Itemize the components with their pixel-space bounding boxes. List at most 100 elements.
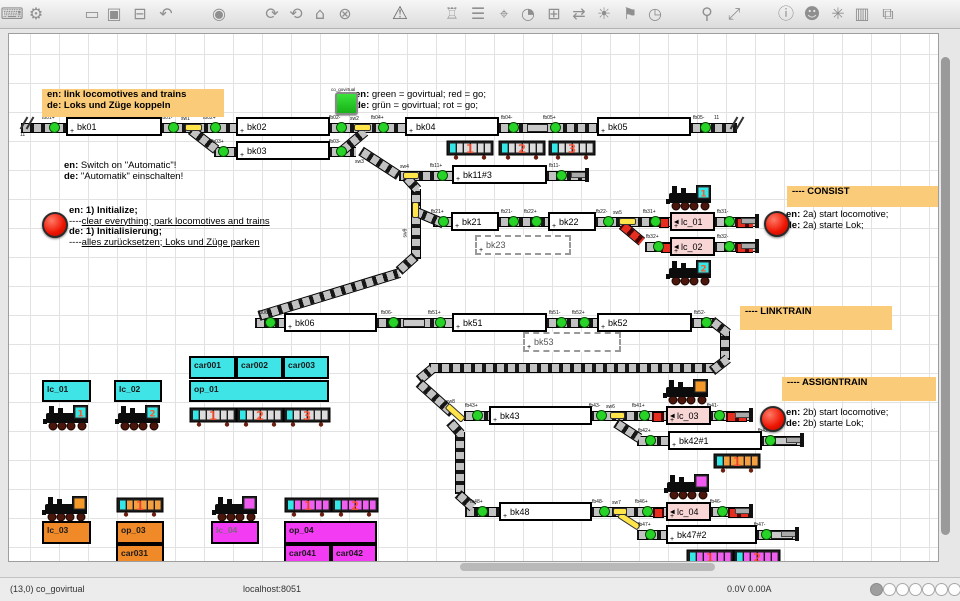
sensor-fb42-[interactable] [765,435,776,446]
passenger-car-icon[interactable]: 3 [283,407,331,427]
passenger-car-icon[interactable]: 1 [686,549,734,562]
page-dot-4[interactable] [909,583,922,596]
sensor-fb32+[interactable] [653,241,664,252]
restart-icon[interactable]: ⟲ [284,2,308,26]
passenger-car-icon[interactable]: 2 [733,549,781,562]
sensor-fb42+[interactable] [645,435,656,446]
sensor-fb31-[interactable] [724,216,735,227]
sensor-fb32-[interactable] [724,241,735,252]
sensor-fb46+[interactable] [642,506,653,517]
symbol-block-op_03[interactable]: op_03 [116,521,164,544]
speed-gauge-icon[interactable]: ◔ [516,2,540,26]
sensor-fb11-[interactable] [556,170,567,181]
track-segment-vertical[interactable] [411,189,421,259]
locomotive-icon[interactable]: 2 [115,405,163,431]
locomotive-icon[interactable] [212,496,260,522]
track-segment-gray[interactable] [527,124,548,132]
block-lc_03[interactable]: ◀lc_03+ [666,406,711,425]
feedback-user-icon[interactable]: ☻ [800,2,824,26]
switch-sw6[interactable] [610,412,625,419]
track-segment-vertical[interactable] [455,432,465,494]
symbol-block-lc_02[interactable]: lc_02 [114,380,162,402]
switch-sw1[interactable] [185,124,202,131]
save-icon[interactable]: ▣ [102,2,126,26]
sensor-fb31+[interactable] [650,216,661,227]
block-bk05[interactable]: bk05+ [597,117,691,136]
sensor-fb43+[interactable] [472,410,483,421]
action-button-init-button[interactable] [42,212,68,238]
block-bk48[interactable]: bk48+ [499,502,592,521]
symbol-block-op_04[interactable]: op_04 [284,521,377,544]
block-bk01[interactable]: bk01+ [66,117,162,136]
trains-icon[interactable]: ♖ [440,2,464,26]
actions-list-icon[interactable]: ☰ [466,2,490,26]
symbol-block-car031[interactable]: car031 [116,544,164,562]
sensor-fb52+[interactable] [579,317,590,328]
shuffle-icon[interactable]: ⇄ [567,2,591,26]
symbol-block-car003[interactable]: car003 [283,356,329,379]
clock-icon[interactable]: ◷ [643,2,667,26]
symbol-block-car042[interactable]: car042 [331,544,377,562]
auto-flag-icon[interactable]: ⚑ [618,2,642,26]
passenger-car-icon[interactable]: 2 [236,407,284,427]
sensor-fb41+[interactable] [639,410,650,421]
sensor-fb02+[interactable] [210,122,221,133]
sensor-fb04+[interactable] [378,122,389,133]
track-segment-red[interactable] [652,412,664,422]
sensor-fb01+[interactable] [49,122,60,133]
block-bk21[interactable]: bk21+ [451,212,499,231]
page-dot-1[interactable] [870,583,883,596]
locomotive-icon[interactable]: 2 [666,260,714,286]
block-bk04[interactable]: bk04+ [405,117,499,136]
locomotive-icon[interactable]: 1 [43,405,91,431]
block-bk52[interactable]: bk52+ [597,313,692,332]
locomotive-icon[interactable]: 1 [666,185,714,211]
passenger-car-icon[interactable]: 2 [331,497,379,517]
undo-icon[interactable]: ↶ [154,2,178,26]
block-bk11#3[interactable]: bk11#3+ [452,165,547,184]
switch-sw7h[interactable] [613,508,627,515]
sensor-fb05+[interactable] [550,122,561,133]
switch-sw2[interactable] [354,124,371,131]
info-icon[interactable]: ⓘ [774,2,798,26]
sensor-fb02-[interactable] [336,122,347,133]
symbol-block-lc_01[interactable]: lc_01 [42,380,91,402]
zoom-icon[interactable]: ⚲ [695,2,719,26]
sensor-fb21+[interactable] [438,216,449,227]
page-dot-6[interactable] [935,583,948,596]
action-button-start-loco-2a-button[interactable] [764,211,790,237]
sensor-fb03+[interactable] [218,146,229,157]
locomotive-icon[interactable] [42,496,90,522]
block-bk03[interactable]: bk03+ [236,141,330,160]
symbol-block-car041[interactable]: car041 [284,544,331,562]
action-button-start-loco-2b-button[interactable] [760,406,786,432]
sensor-fb48+[interactable] [477,506,488,517]
fullscreen-icon[interactable]: ⤢ [722,2,746,26]
issues-icon[interactable]: ▥ [850,2,874,26]
symbol-block-lc_03[interactable]: lc_03 [42,521,91,544]
sensor-fb47-[interactable] [761,529,772,540]
open-workspace-icon[interactable]: ▭ [80,2,104,26]
passenger-car-icon[interactable]: 1 [713,453,761,473]
print-icon[interactable]: ⊟ [128,2,152,26]
sensor-fb43-[interactable] [596,410,607,421]
symbol-block-op_01[interactable]: op_01 [189,380,329,402]
locomotive-icon[interactable] [664,474,712,500]
sensor-fb22+[interactable] [531,216,542,227]
sensor-fb47+[interactable] [645,529,656,540]
locomotive-icon[interactable] [663,379,711,405]
block-bk23[interactable]: bk23+ [475,235,571,255]
block-lc_04[interactable]: ◀lc_04+ [666,502,711,521]
passenger-car-icon[interactable]: 3 [548,140,596,160]
controller-icon[interactable]: ⌖ [492,2,516,26]
horizontal-scrollbar-thumb[interactable] [460,563,715,571]
passenger-car-icon[interactable]: 2 [498,140,546,160]
block-bk53[interactable]: bk53+ [523,332,621,352]
renew-icon[interactable]: ⟳ [260,2,284,26]
track-diagonal[interactable] [709,355,731,375]
track-segment-red[interactable] [653,508,664,518]
block-bk43[interactable]: bk43+ [489,406,592,425]
emergency-break-icon[interactable]: ⚠ [388,2,412,26]
sensor-fb03-[interactable] [336,146,347,157]
symbol-block-lc_04[interactable]: lc_04 [211,521,259,544]
